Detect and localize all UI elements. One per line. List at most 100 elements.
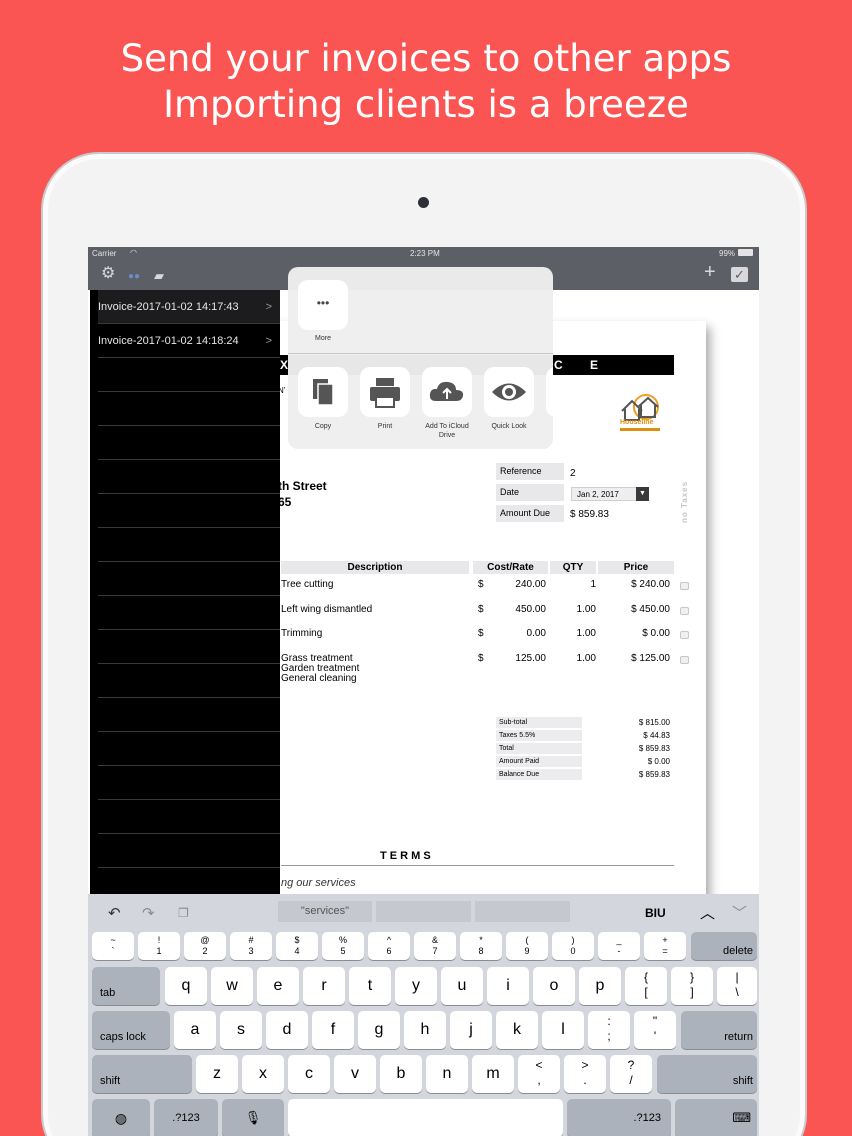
key-brace-right[interactable]: }] <box>671 967 713 1005</box>
item-checkbox[interactable] <box>680 631 689 639</box>
suggestion-item-empty[interactable] <box>376 901 471 922</box>
chevron-down-icon[interactable]: ▼ <box>636 487 649 501</box>
shift-key-left[interactable]: shift <box>92 1055 192 1093</box>
globe-icon[interactable]: ◍ <box>92 1099 150 1136</box>
key-semicolon[interactable]: :; <box>588 1011 630 1049</box>
key-s[interactable]: s <box>220 1011 262 1049</box>
sidebar-invoice-item[interactable]: Invoice-2017-01-02 14:17:43 > <box>98 290 280 324</box>
key-e[interactable]: e <box>257 967 299 1005</box>
key-x[interactable]: x <box>242 1055 284 1093</box>
key-v[interactable]: v <box>334 1055 376 1093</box>
key-slash[interactable]: ? / <box>610 1055 652 1093</box>
key-b[interactable]: b <box>380 1055 422 1093</box>
key-2[interactable]: @2 <box>184 932 226 960</box>
delete-key[interactable]: delete <box>691 932 757 960</box>
icloud-label-line-2: Drive <box>438 432 456 439</box>
key-r[interactable]: r <box>303 967 345 1005</box>
item-qty: 1.00 <box>576 628 596 639</box>
chevron-up-icon[interactable]: ︿ <box>700 902 715 923</box>
item-currency: $ <box>478 604 484 615</box>
key-l[interactable]: l <box>542 1011 584 1049</box>
done-button[interactable]: ✓ <box>731 267 748 282</box>
key-p[interactable]: p <box>579 967 621 1005</box>
suggestion-item[interactable]: "services" <box>278 901 372 922</box>
key-brace-left[interactable]: {[ <box>625 967 667 1005</box>
chevron-right-icon: > <box>265 335 272 347</box>
clients-icon[interactable]: ●● <box>128 268 140 286</box>
space-bar[interactable] <box>288 1099 563 1136</box>
key-1[interactable]: ! 1 <box>138 932 180 960</box>
numbers-key-right[interactable]: .?123 <box>567 1099 671 1136</box>
carrier-label: Carrier <box>92 249 117 258</box>
key-q[interactable]: q <box>165 967 207 1005</box>
key-y[interactable]: y <box>395 967 437 1005</box>
sidebar-empty-row <box>98 562 280 596</box>
key-w[interactable]: w <box>211 967 253 1005</box>
icloud-drive-button[interactable] <box>422 367 472 417</box>
date-picker[interactable]: Jan 2, 2017 ▼ <box>571 487 649 501</box>
tab-key[interactable]: tab <box>92 967 160 1005</box>
key-o[interactable]: o <box>533 967 575 1005</box>
item-currency: $ <box>478 653 484 664</box>
suggestion-item-empty[interactable] <box>475 901 570 922</box>
key-7[interactable]: & 7 <box>414 932 456 960</box>
return-key[interactable]: return <box>681 1011 757 1049</box>
keyboard-dismiss-icon[interactable]: ⌨ <box>675 1099 757 1136</box>
key-8[interactable]: * 8 <box>460 932 502 960</box>
microphone-icon[interactable]: 🎙 <box>222 1099 284 1136</box>
folder-icon[interactable]: ▰ <box>154 267 164 285</box>
key-9[interactable]: (9 <box>506 932 548 960</box>
key-u[interactable]: u <box>441 967 483 1005</box>
key-comma[interactable]: <, <box>518 1055 560 1093</box>
key-0[interactable]: ) 0 <box>552 932 594 960</box>
key-6[interactable]: ^ 6 <box>368 932 410 960</box>
item-checkbox[interactable] <box>680 656 689 664</box>
item-description-line-3: General cleaning <box>281 673 357 684</box>
print-button[interactable] <box>360 367 410 417</box>
key-d[interactable]: d <box>266 1011 308 1049</box>
key-minus[interactable]: _ - <box>598 932 640 960</box>
key-n[interactable]: n <box>426 1055 468 1093</box>
more-button[interactable]: ••• <box>298 280 348 330</box>
key-z[interactable]: z <box>196 1055 238 1093</box>
headline: Send your invoices to other apps Importi… <box>0 36 852 128</box>
undo-icon[interactable]: ↶ <box>108 904 121 922</box>
key-a[interactable]: a <box>174 1011 216 1049</box>
share-action-partial[interactable] <box>546 367 553 417</box>
gear-icon[interactable]: ⚙ <box>101 265 115 283</box>
key-4[interactable]: $4 <box>276 932 318 960</box>
key-m[interactable]: m <box>472 1055 514 1093</box>
key-f[interactable]: f <box>312 1011 354 1049</box>
key-k[interactable]: k <box>496 1011 538 1049</box>
shift-key-right[interactable]: shift <box>657 1055 757 1093</box>
key-t[interactable]: t <box>349 967 391 1005</box>
key-h[interactable]: h <box>404 1011 446 1049</box>
title-bar-right: C E <box>554 358 611 372</box>
key-5[interactable]: % 5 <box>322 932 364 960</box>
copy-button[interactable] <box>298 367 348 417</box>
key-quote[interactable]: " ' <box>634 1011 676 1049</box>
column-header-price: Price <box>598 561 674 574</box>
format-button[interactable]: BIU <box>645 906 666 920</box>
item-checkbox[interactable] <box>680 582 689 590</box>
key-c[interactable]: c <box>288 1055 330 1093</box>
quick-look-button[interactable] <box>484 367 534 417</box>
key-g[interactable]: g <box>358 1011 400 1049</box>
key-equals[interactable]: + = <box>644 932 686 960</box>
sidebar-invoice-item[interactable]: Invoice-2017-01-02 14:18:24 > <box>98 324 280 358</box>
item-checkbox[interactable] <box>680 607 689 615</box>
sidebar-empty-row <box>98 766 280 800</box>
key-backslash[interactable]: | \ <box>717 967 757 1005</box>
chevron-down-icon[interactable]: ﹀ <box>732 902 747 923</box>
key-tilde[interactable]: ~ ` <box>92 932 134 960</box>
caps-lock-key[interactable]: caps lock <box>92 1011 170 1049</box>
cloud-upload-icon <box>429 381 464 401</box>
key-period[interactable]: >. <box>564 1055 606 1093</box>
key-i[interactable]: i <box>487 967 529 1005</box>
key-j[interactable]: j <box>450 1011 492 1049</box>
numbers-key-left[interactable]: .?123 <box>154 1099 218 1136</box>
add-button[interactable]: + <box>704 262 716 282</box>
key-3[interactable]: #3 <box>230 932 272 960</box>
paste-icon[interactable]: ❐ <box>178 906 189 920</box>
redo-icon[interactable]: ↷ <box>142 904 155 922</box>
